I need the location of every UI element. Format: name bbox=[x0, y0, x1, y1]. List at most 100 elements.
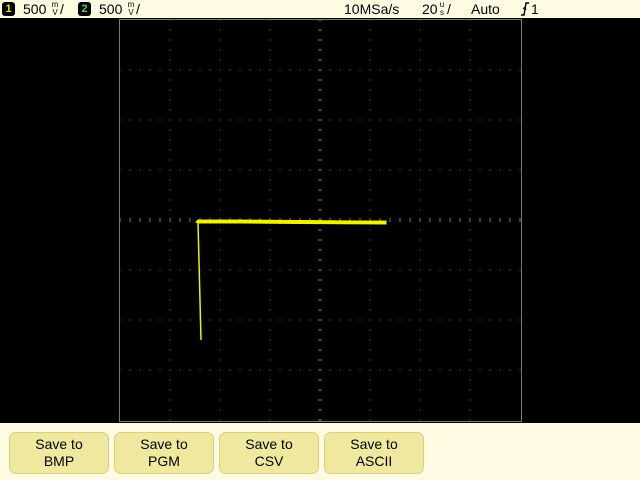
graticule-dot bbox=[469, 299, 471, 301]
graticule-dot bbox=[169, 309, 171, 311]
graticule-dot bbox=[479, 319, 481, 321]
waveform-display[interactable] bbox=[0, 18, 640, 423]
save-bmp-button[interactable]: Save to BMP bbox=[9, 432, 109, 474]
graticule-dot bbox=[219, 359, 221, 361]
graticule-dot bbox=[129, 319, 131, 321]
graticule-dot bbox=[269, 69, 271, 71]
graticule-dot bbox=[269, 119, 271, 121]
graticule-dot bbox=[419, 389, 421, 391]
graticule-dot bbox=[269, 129, 271, 131]
graticule-dot bbox=[269, 89, 271, 91]
graticule-dot bbox=[269, 199, 271, 201]
save-ascii-button[interactable]: Save to ASCII bbox=[324, 432, 424, 474]
graticule-dot bbox=[419, 319, 421, 321]
graticule-dot bbox=[219, 379, 221, 381]
graticule-dot bbox=[419, 209, 421, 211]
graticule-dot bbox=[159, 169, 161, 171]
graticule-dot bbox=[169, 69, 171, 71]
graticule-dot bbox=[219, 119, 221, 121]
save-pgm-button[interactable]: Save to PGM bbox=[114, 432, 214, 474]
graticule-dot bbox=[429, 369, 431, 371]
graticule-dot bbox=[419, 199, 421, 201]
graticule-dot bbox=[159, 69, 161, 71]
graticule-dot bbox=[439, 69, 441, 71]
graticule-dot bbox=[349, 119, 351, 121]
graticule-dot bbox=[269, 259, 271, 261]
graticule-dot bbox=[239, 119, 241, 121]
graticule-dot bbox=[209, 319, 211, 321]
graticule-dot bbox=[269, 289, 271, 291]
graticule-dot bbox=[139, 369, 141, 371]
graticule-dot bbox=[199, 119, 201, 121]
graticule-dot bbox=[419, 289, 421, 291]
graticule-dot bbox=[269, 159, 271, 161]
graticule-dot bbox=[269, 209, 271, 211]
graticule-dot bbox=[209, 169, 211, 171]
graticule-dot bbox=[499, 69, 501, 71]
graticule-dot bbox=[469, 29, 471, 31]
graticule-dot bbox=[189, 169, 191, 171]
graticule-dot bbox=[469, 249, 471, 251]
graticule-dot bbox=[219, 29, 221, 31]
graticule-dot bbox=[269, 249, 271, 251]
graticule-dot bbox=[439, 119, 441, 121]
graticule-dot bbox=[269, 99, 271, 101]
channel-1-badge[interactable]: 1 bbox=[2, 2, 15, 16]
graticule-dot bbox=[219, 159, 221, 161]
graticule-dot bbox=[299, 319, 301, 321]
graticule-dot bbox=[469, 139, 471, 141]
graticule-dot bbox=[369, 349, 371, 351]
graticule-dot bbox=[199, 69, 201, 71]
graticule-dot bbox=[259, 69, 261, 71]
graticule-dot bbox=[229, 319, 231, 321]
graticule-dot bbox=[469, 409, 471, 411]
graticule-dot bbox=[379, 119, 381, 121]
graticule-dot bbox=[239, 69, 241, 71]
graticule-dot bbox=[369, 289, 371, 291]
graticule-dot bbox=[469, 399, 471, 401]
graticule-dot bbox=[349, 169, 351, 171]
graticule-dot bbox=[169, 49, 171, 51]
graticule-dot bbox=[169, 89, 171, 91]
graticule-dot bbox=[279, 69, 281, 71]
trace-horizontal-segment bbox=[195, 219, 387, 225]
graticule-dot bbox=[449, 119, 451, 121]
graticule-dot bbox=[289, 319, 291, 321]
graticule-dot bbox=[169, 289, 171, 291]
graticule-dot bbox=[179, 369, 181, 371]
graticule-dot bbox=[469, 239, 471, 241]
graticule-dot bbox=[269, 389, 271, 391]
graticule-dot bbox=[169, 129, 171, 131]
graticule-dot bbox=[419, 409, 421, 411]
graticule-dot bbox=[279, 269, 281, 271]
graticule-dot bbox=[359, 69, 361, 71]
graticule-dot bbox=[129, 269, 131, 271]
graticule-dot bbox=[459, 269, 461, 271]
graticule-dot bbox=[219, 199, 221, 201]
save-csv-button[interactable]: Save to CSV bbox=[219, 432, 319, 474]
graticule-dot bbox=[419, 269, 421, 271]
graticule-dot bbox=[469, 319, 471, 321]
graticule bbox=[119, 19, 522, 422]
graticule-dot bbox=[309, 69, 311, 71]
graticule-dot bbox=[419, 299, 421, 301]
graticule-dot bbox=[259, 169, 261, 171]
graticule-dot bbox=[379, 169, 381, 171]
graticule-dot bbox=[399, 69, 401, 71]
graticule-dot bbox=[289, 169, 291, 171]
graticule-dot bbox=[389, 119, 391, 121]
trigger-source: 1 bbox=[531, 1, 539, 17]
graticule-dot bbox=[419, 329, 421, 331]
graticule-dot bbox=[419, 339, 421, 341]
graticule-dot bbox=[169, 59, 171, 61]
channel-2-badge[interactable]: 2 bbox=[78, 2, 91, 16]
graticule-dot bbox=[219, 259, 221, 261]
graticule-dot bbox=[219, 59, 221, 61]
graticule-dot bbox=[369, 409, 371, 411]
graticule-dot bbox=[499, 369, 501, 371]
graticule-dot bbox=[179, 169, 181, 171]
graticule-dot bbox=[519, 69, 521, 71]
graticule-dot bbox=[369, 259, 371, 261]
graticule-dot bbox=[419, 259, 421, 261]
graticule-dot bbox=[369, 319, 371, 321]
